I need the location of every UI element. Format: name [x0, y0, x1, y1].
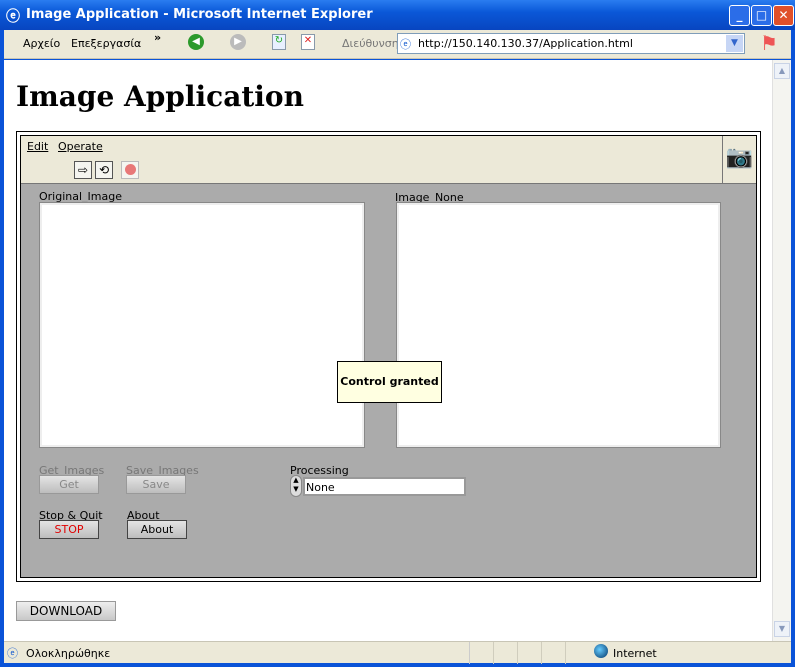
vi-toolbar: ⇨ ⟲ [21, 157, 756, 184]
stop-load-icon[interactable]: ✕ [301, 34, 315, 50]
processed-image-display [396, 202, 721, 448]
address-label: Διεύθυνση [342, 37, 399, 50]
address-field[interactable]: ⓔ http://150.140.130.37/Application.html… [397, 33, 745, 54]
globe-icon [594, 644, 608, 658]
scroll-up-icon[interactable]: ▲ [774, 63, 790, 79]
page-status-icon: ⓔ [7, 647, 18, 660]
browser-toolbar: Αρχείο Επεξεργασία » ◀ ▶ ↻ ✕ Διεύθυνση ⓔ… [4, 30, 791, 59]
processing-select[interactable]: None [303, 477, 466, 496]
vertical-scrollbar[interactable]: ▲ ▼ [772, 60, 791, 641]
chevron-down-icon[interactable]: ▼ [726, 35, 743, 52]
address-value: http://150.140.130.37/Application.html [418, 37, 633, 50]
original-image-label: Original_Image [39, 190, 122, 203]
save-button[interactable]: Save [126, 475, 186, 494]
original-image-display [39, 202, 365, 448]
about-button[interactable]: About [127, 520, 187, 539]
menu-file[interactable]: Αρχείο [23, 37, 60, 50]
processing-stepper[interactable]: ▲ ▼ [290, 475, 302, 497]
vi-menu-bar: Edit Operate [21, 136, 756, 157]
page-icon: ⓔ [400, 38, 411, 51]
get-button[interactable]: Get [39, 475, 99, 494]
status-bar: ⓔ Ολοκληρώθηκε Internet [4, 641, 791, 664]
stop-button[interactable]: STOP [39, 520, 99, 539]
abort-icon[interactable] [121, 161, 139, 179]
windows-logo-icon: ⚑ [760, 31, 778, 55]
download-button[interactable]: DOWNLOAD [16, 601, 116, 621]
tooltip: Control granted [337, 361, 442, 403]
menu-edit-vi[interactable]: Edit [27, 140, 48, 153]
minimize-button[interactable]: _ [729, 5, 750, 26]
ie-icon: ⓔ [6, 9, 20, 25]
page-content: Image Application Edit Operate ⇨ ⟲ 📷 Ori… [4, 60, 791, 641]
menu-operate[interactable]: Operate [58, 140, 103, 153]
title-bar: ⓔ Image Application - Microsoft Internet… [0, 0, 795, 30]
page-title: Image Application [16, 80, 304, 113]
status-panes [469, 642, 589, 664]
status-text: Ολοκληρώθηκε [26, 647, 111, 660]
refresh-icon[interactable]: ↻ [272, 34, 286, 50]
run-arrow-icon[interactable]: ⇨ [74, 161, 92, 179]
close-button[interactable]: ✕ [773, 5, 794, 26]
camera-icon: 📷 [722, 136, 756, 183]
menu-edit[interactable]: Επεξεργασία [71, 37, 141, 50]
run-continuous-icon[interactable]: ⟲ [95, 161, 113, 179]
chevron-more-icon[interactable]: » [154, 31, 161, 44]
maximize-button[interactable]: □ [751, 5, 772, 26]
back-icon[interactable]: ◀ [188, 34, 204, 50]
window-title: Image Application - Microsoft Internet E… [26, 7, 373, 22]
zone-text: Internet [613, 647, 657, 660]
forward-icon[interactable]: ▶ [230, 34, 246, 50]
labview-panel: Edit Operate ⇨ ⟲ 📷 Original_Image Image_… [16, 131, 761, 582]
scroll-down-icon[interactable]: ▼ [774, 621, 790, 637]
